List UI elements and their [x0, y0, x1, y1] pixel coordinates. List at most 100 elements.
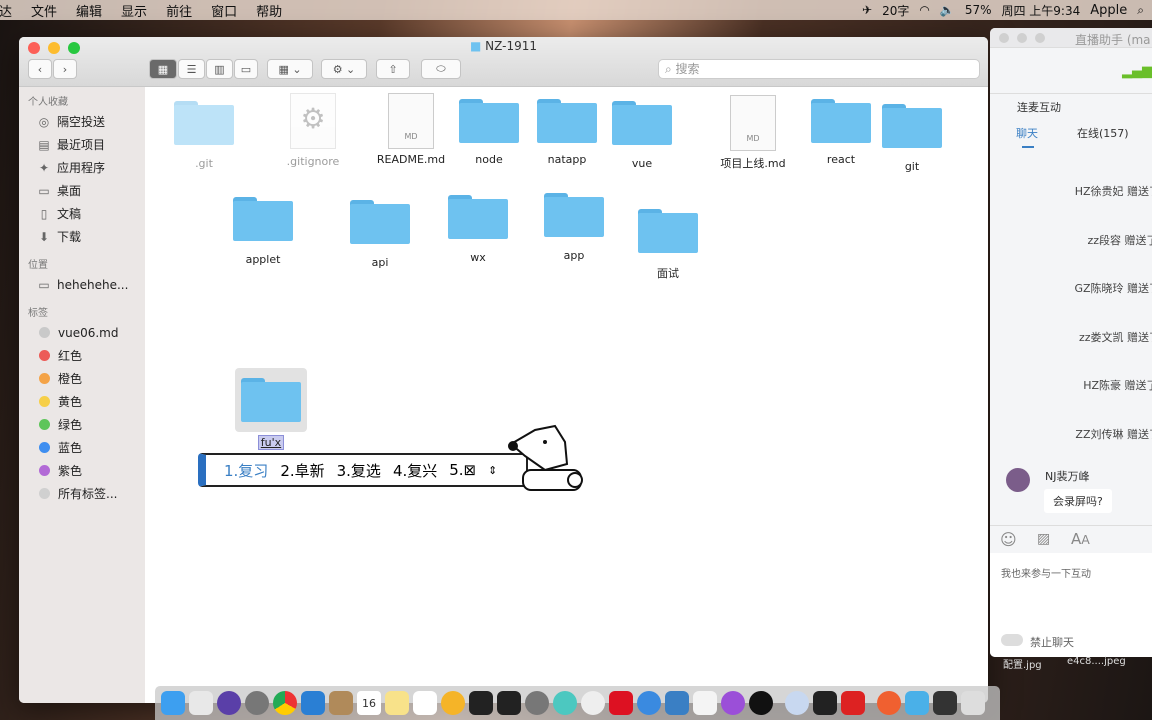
search-input[interactable]: ⌕ 搜索 — [658, 59, 980, 79]
ime-candidate[interactable]: 5.⊠ — [449, 461, 476, 479]
group-button[interactable]: ▦ ⌄ — [267, 59, 313, 79]
swift-icon[interactable] — [877, 691, 901, 715]
list-view-button[interactable]: ☰ — [178, 59, 205, 79]
notes-icon[interactable] — [385, 691, 409, 715]
sidebar-item-recents[interactable]: ▤ 最近项目 — [19, 133, 145, 156]
file-item[interactable]: MD 项目上线.md — [708, 95, 798, 171]
file-item[interactable]: git — [867, 104, 957, 173]
sidebar-tag[interactable]: 蓝色 — [19, 436, 145, 459]
desktop-file[interactable]: e4c8....jpeg — [1067, 656, 1126, 667]
contacts-icon[interactable] — [329, 691, 353, 715]
file-item[interactable]: vue — [597, 101, 687, 170]
battery-text[interactable]: 57% — [965, 3, 992, 17]
sidebar-item-applications[interactable]: ✦ 应用程序 — [19, 156, 145, 179]
file-item[interactable]: 面试 — [623, 209, 713, 281]
back-button[interactable]: ‹ — [28, 59, 52, 79]
terminal-icon[interactable] — [497, 691, 521, 715]
renaming-folder[interactable]: fu'x — [226, 368, 316, 450]
wifi-icon[interactable]: ◠ — [919, 3, 929, 17]
clock[interactable]: 周四 上午9:34 — [1001, 2, 1080, 19]
terminal-icon[interactable] — [813, 691, 837, 715]
apple-tv-icon[interactable] — [749, 691, 773, 715]
typora-icon[interactable] — [693, 691, 717, 715]
screen-icon[interactable] — [665, 691, 689, 715]
spotlight-icon[interactable]: ⌕ — [1137, 3, 1144, 18]
sketch-icon[interactable] — [441, 691, 465, 715]
sidebar-tag[interactable]: 绿色 — [19, 413, 145, 436]
system-preferences-icon[interactable] — [525, 691, 549, 715]
sidebar-item-documents[interactable]: ▯ 文稿 — [19, 202, 145, 225]
file-item[interactable]: wx — [433, 195, 523, 264]
ime-candidate[interactable]: 1.复习 — [224, 460, 268, 481]
menu-view[interactable]: 显示 — [121, 1, 147, 20]
siri-icon[interactable] — [217, 691, 241, 715]
menu-go[interactable]: 前往 — [166, 1, 192, 20]
chat-input[interactable]: 我也来参与一下互动 — [1001, 565, 1151, 625]
calendar-icon[interactable]: 16 — [357, 691, 381, 715]
sidebar-item-mac[interactable]: ▭ hehehehe... — [19, 273, 145, 296]
gallery-view-button[interactable]: ▭ — [234, 59, 258, 79]
font-icon[interactable]: AA — [1071, 530, 1090, 548]
file-item[interactable]: applet — [218, 197, 308, 266]
forward-button[interactable]: › — [53, 59, 77, 79]
volume-icon[interactable]: 🔈 — [940, 3, 955, 17]
rename-field[interactable]: fu'x — [257, 435, 285, 450]
column-view-button[interactable]: ▥ — [206, 59, 233, 79]
podcasts-icon[interactable] — [721, 691, 745, 715]
sidebar-tag[interactable]: 橙色 — [19, 367, 145, 390]
sidebar-all-tags[interactable]: 所有标签... — [19, 482, 145, 505]
zoom-button[interactable] — [1035, 33, 1045, 43]
reminders-icon[interactable] — [413, 691, 437, 715]
tab-online[interactable]: 在线(157) — [1077, 125, 1129, 141]
books-icon[interactable] — [637, 691, 661, 715]
sidebar-item-downloads[interactable]: ⬇ 下载 — [19, 225, 145, 248]
tab-chat[interactable]: 聊天 — [1016, 125, 1038, 141]
sidebar-tag[interactable]: 红色 — [19, 344, 145, 367]
sidebar-item-desktop[interactable]: ▭ 桌面 — [19, 179, 145, 202]
chrome-icon[interactable] — [273, 691, 297, 715]
ime-page-arrows-icon[interactable]: ⇕ — [488, 464, 497, 477]
ime-candidate[interactable]: 3.复选 — [337, 460, 381, 481]
minimize-button[interactable] — [1017, 33, 1027, 43]
screenshot-icon[interactable] — [933, 691, 957, 715]
file-item[interactable]: node — [444, 99, 534, 166]
activity-monitor-icon[interactable] — [469, 691, 493, 715]
finder-icon[interactable] — [161, 691, 185, 715]
menu-help[interactable]: 帮助 — [256, 1, 282, 20]
chat-app-icon[interactable] — [581, 691, 605, 715]
ime-candidate[interactable]: 2.阜新 — [280, 460, 324, 481]
file-item[interactable]: .git — [159, 101, 249, 170]
launchpad-icon[interactable] — [245, 691, 269, 715]
trash-icon[interactable] — [961, 691, 985, 715]
menu-finder[interactable]: 访达 — [0, 1, 12, 20]
action-gear-button[interactable]: ⚙ ⌄ — [321, 59, 367, 79]
netease-music-icon[interactable] — [841, 691, 865, 715]
ime-count[interactable]: 20字 — [882, 2, 909, 19]
sidebar-item-airdrop[interactable]: ◎ 隔空投送 — [19, 110, 145, 133]
file-item[interactable]: app — [529, 193, 619, 262]
app-icon[interactable] — [553, 691, 577, 715]
menu-file[interactable]: 文件 — [31, 1, 57, 20]
user-menu[interactable]: Apple — [1090, 3, 1127, 18]
wechat-icon[interactable] — [189, 691, 213, 715]
menu-window[interactable]: 窗口 — [211, 1, 237, 20]
icon-view-button[interactable]: ▦ — [149, 59, 177, 79]
tag-button[interactable]: ⬭ — [421, 59, 461, 79]
sidebar-tag[interactable]: vue06.md — [19, 321, 145, 344]
file-item[interactable]: ⚙ .gitignore — [268, 93, 358, 168]
bird-icon[interactable]: ✈ — [862, 3, 872, 17]
vscode-icon[interactable] — [301, 691, 325, 715]
close-button[interactable] — [999, 33, 1009, 43]
file-item[interactable]: api — [335, 200, 425, 269]
ime-candidate[interactable]: 4.复兴 — [393, 460, 437, 481]
finder-alt-icon[interactable] — [905, 691, 929, 715]
record-icon[interactable] — [609, 691, 633, 715]
file-item[interactable]: MD README.md — [366, 93, 456, 166]
feishu-icon[interactable] — [785, 691, 809, 715]
sidebar-tag[interactable]: 紫色 — [19, 459, 145, 482]
menu-edit[interactable]: 编辑 — [76, 1, 102, 20]
share-button[interactable]: ⇧ — [376, 59, 410, 79]
sidebar-tag[interactable]: 黄色 — [19, 390, 145, 413]
mute-toggle[interactable] — [1001, 634, 1023, 646]
emoji-icon[interactable]: ☺ — [1000, 530, 1017, 549]
